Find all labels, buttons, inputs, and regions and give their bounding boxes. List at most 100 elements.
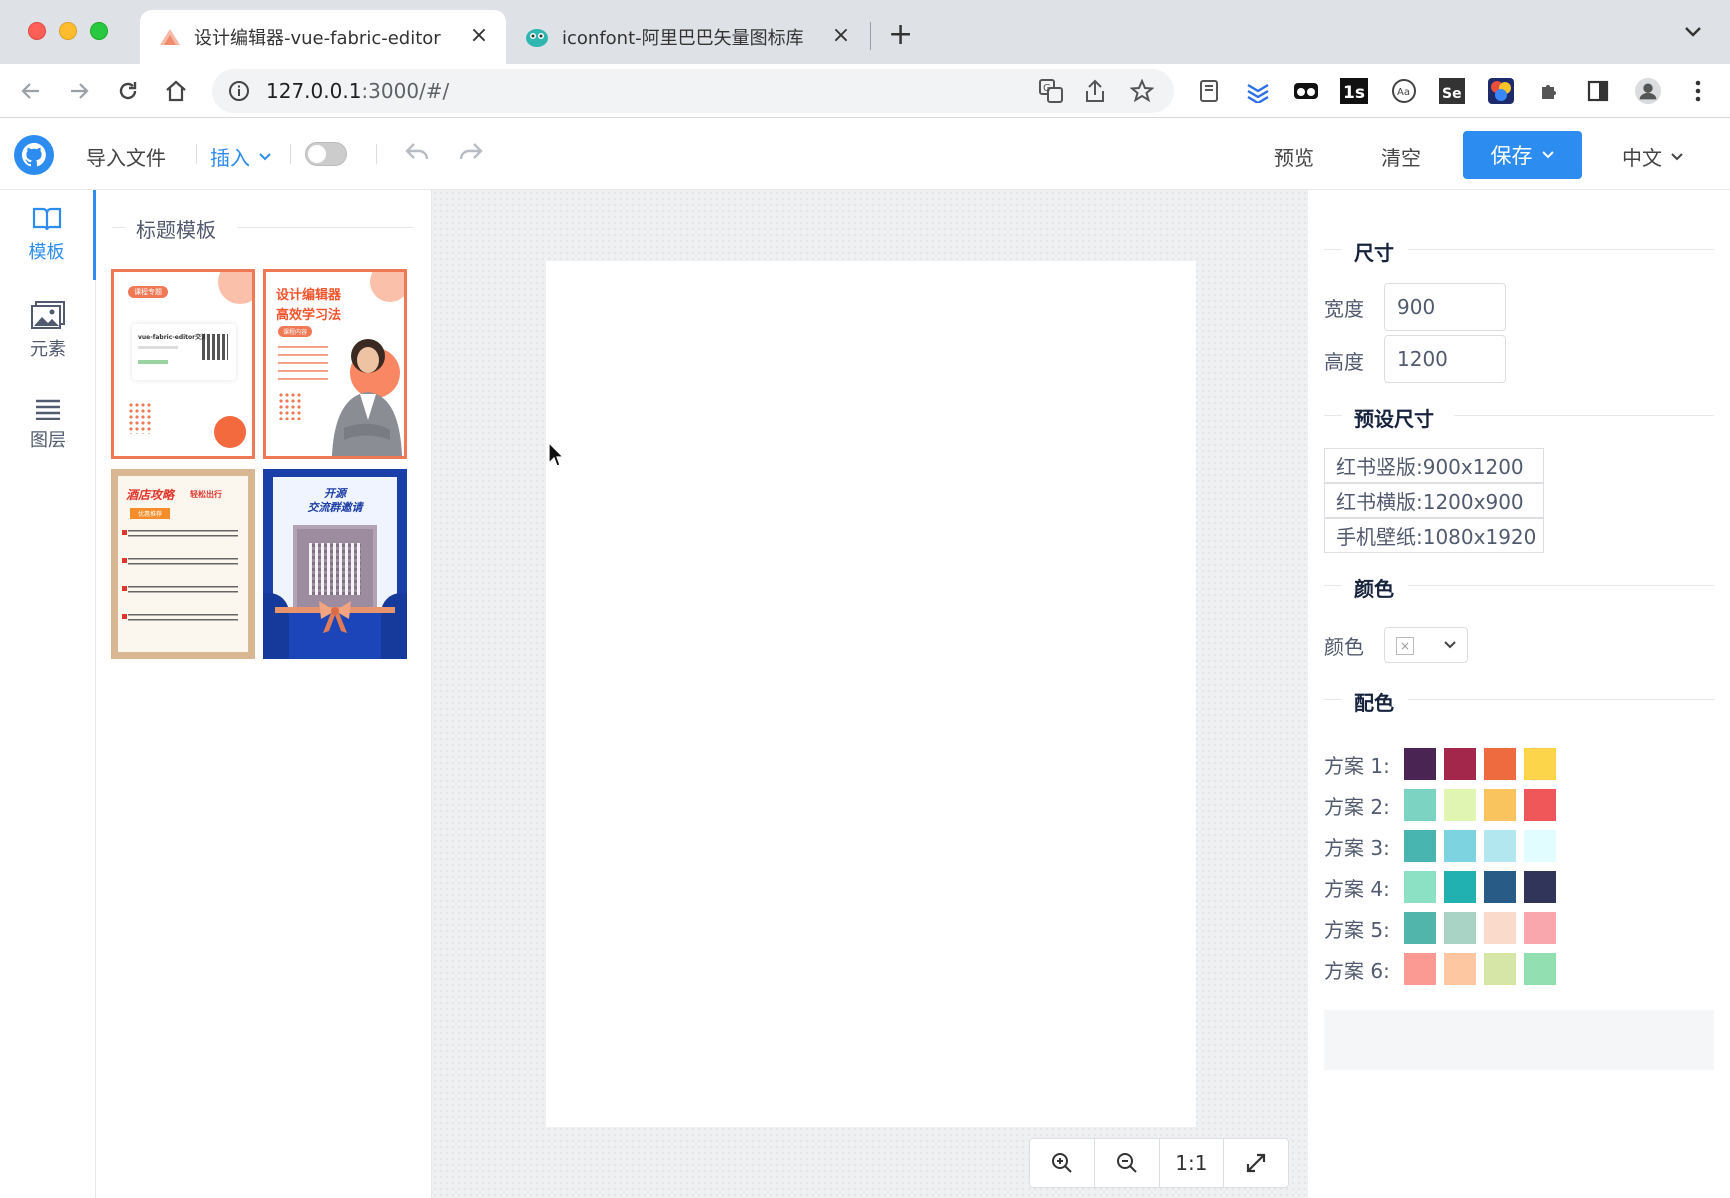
- template-subtitle: 轻松出行: [190, 490, 222, 499]
- template-tag: 优惠推荐: [130, 508, 171, 519]
- share-icon[interactable]: [1084, 79, 1106, 103]
- left-sidebar: 模板 元素 图层: [0, 190, 96, 1198]
- scheme-label: 方案 2:: [1324, 795, 1390, 819]
- tab-design-editor[interactable]: 设计编辑器-vue-fabric-editor ×: [140, 10, 506, 64]
- scheme-label: 方案 1:: [1324, 754, 1390, 778]
- zoom-out-icon: [1116, 1153, 1137, 1173]
- bookmark-star-icon[interactable]: [1130, 79, 1154, 103]
- template-card[interactable]: 课程专题 vue-fabric-editor交流: [111, 269, 255, 459]
- color-swatch[interactable]: [1404, 748, 1436, 780]
- address-bar[interactable]: 127.0.0.1:3000/#/ G: [212, 69, 1174, 113]
- dictionary-extension-icon[interactable]: Aa: [1390, 77, 1418, 105]
- color-swatch[interactable]: [1444, 953, 1476, 985]
- tab-close-icon[interactable]: ×: [468, 25, 490, 47]
- color-swatch[interactable]: [1524, 953, 1556, 985]
- text-line: [138, 360, 168, 364]
- template-card[interactable]: 开源 交流群邀请: [263, 469, 407, 659]
- color-swatch[interactable]: [1404, 912, 1436, 944]
- tab-close-icon[interactable]: ×: [830, 25, 852, 47]
- color-picker[interactable]: ×: [1384, 627, 1468, 663]
- selenium-extension-icon[interactable]: Se: [1438, 77, 1466, 105]
- tab-list-chevron-icon[interactable]: [1684, 24, 1702, 38]
- undo-icon[interactable]: [404, 140, 430, 164]
- zoom-reset-button[interactable]: 1:1: [1160, 1139, 1225, 1187]
- color-swatch[interactable]: [1444, 871, 1476, 903]
- curtain-left: [263, 593, 289, 659]
- color-extension-icon[interactable]: [1487, 77, 1515, 105]
- extensions-puzzle-icon[interactable]: [1536, 77, 1564, 105]
- color-swatch[interactable]: [1444, 912, 1476, 944]
- book-icon: [32, 207, 61, 231]
- preset-size-button[interactable]: 红书竖版:900x1200: [1324, 448, 1544, 483]
- preview-button[interactable]: 预览: [1274, 142, 1314, 171]
- browser-menu-icon[interactable]: [1684, 77, 1712, 105]
- fit-screen-button[interactable]: [1224, 1139, 1288, 1187]
- save-button[interactable]: 保存: [1463, 131, 1582, 179]
- bullet-markers: [122, 530, 127, 630]
- layers-extension-icon[interactable]: [1244, 77, 1272, 105]
- profile-avatar-icon[interactable]: [1634, 77, 1662, 105]
- scheme-label: 方案 3:: [1324, 836, 1390, 860]
- template-card[interactable]: 设计编辑器 高效学习法 课程内容: [263, 269, 407, 459]
- translate-icon[interactable]: G: [1038, 78, 1064, 104]
- color-swatch[interactable]: [1484, 789, 1516, 821]
- zoom-out-button[interactable]: [1095, 1139, 1160, 1187]
- color-swatch[interactable]: [1404, 871, 1436, 903]
- import-file-button[interactable]: 导入文件: [86, 142, 166, 171]
- color-swatch[interactable]: [1444, 748, 1476, 780]
- design-canvas[interactable]: [546, 261, 1196, 1127]
- tab-iconfont[interactable]: iconfont-阿里巴巴矢量图标库 ×: [506, 10, 868, 64]
- reading-extension-icon[interactable]: [1195, 77, 1223, 105]
- github-logo-icon[interactable]: [14, 135, 54, 175]
- close-window-button[interactable]: [28, 22, 46, 40]
- sidebar-item-elements[interactable]: 元素: [0, 286, 96, 376]
- glasses-extension-icon[interactable]: [1292, 77, 1320, 105]
- maximize-window-button[interactable]: [90, 22, 108, 40]
- divider-line: [1324, 249, 1342, 250]
- section-title: 标题模板: [136, 218, 216, 242]
- color-swatch[interactable]: [1524, 748, 1556, 780]
- zoom-in-button[interactable]: [1030, 1139, 1095, 1187]
- color-swatch[interactable]: [1404, 830, 1436, 862]
- color-swatch[interactable]: [1484, 830, 1516, 862]
- color-swatch[interactable]: [1444, 830, 1476, 862]
- new-tab-icon[interactable]: +: [888, 20, 913, 50]
- color-swatch[interactable]: [1484, 871, 1516, 903]
- sidebar-item-templates[interactable]: 模板: [0, 190, 96, 280]
- color-swatch[interactable]: [1524, 830, 1556, 862]
- color-swatch[interactable]: [1444, 789, 1476, 821]
- color-swatch[interactable]: [1484, 748, 1516, 780]
- color-swatch[interactable]: [1484, 953, 1516, 985]
- minimize-window-button[interactable]: [59, 22, 77, 40]
- language-dropdown[interactable]: 中文: [1622, 142, 1684, 171]
- insert-label: 插入: [210, 146, 250, 170]
- color-swatch[interactable]: [1524, 912, 1556, 944]
- 1s-extension-icon[interactable]: 1s: [1340, 77, 1368, 105]
- color-swatch[interactable]: [1404, 789, 1436, 821]
- site-info-icon[interactable]: [228, 80, 250, 102]
- clear-button[interactable]: 清空: [1381, 142, 1421, 171]
- color-swatch[interactable]: [1404, 953, 1436, 985]
- template-title: 酒店攻略: [126, 488, 175, 502]
- home-icon[interactable]: [161, 76, 191, 106]
- mode-toggle-switch[interactable]: [305, 142, 347, 166]
- height-input[interactable]: [1384, 335, 1506, 383]
- back-icon[interactable]: [16, 76, 46, 106]
- color-swatch[interactable]: [1524, 871, 1556, 903]
- forward-icon[interactable]: [64, 76, 94, 106]
- preset-size-button[interactable]: 红书横版:1200x900: [1324, 483, 1544, 518]
- preset-size-button[interactable]: 手机壁纸:1080x1920: [1324, 518, 1544, 553]
- reload-icon[interactable]: [113, 76, 143, 106]
- url-text: 127.0.0.1:3000/#/: [266, 79, 450, 103]
- template-card[interactable]: 酒店攻略 轻松出行 优惠推荐: [111, 469, 255, 659]
- color-swatch[interactable]: [1524, 789, 1556, 821]
- insert-dropdown[interactable]: 插入: [210, 142, 272, 171]
- sidebar-item-layers[interactable]: 图层: [0, 380, 96, 470]
- side-panel-icon[interactable]: [1584, 77, 1612, 105]
- chevron-down-icon: [259, 152, 271, 160]
- width-input[interactable]: [1384, 283, 1506, 331]
- qr-code-icon: [202, 334, 228, 360]
- redo-icon[interactable]: [458, 140, 484, 164]
- color-swatch[interactable]: [1484, 912, 1516, 944]
- scheme-label: 方案 6:: [1324, 959, 1390, 983]
